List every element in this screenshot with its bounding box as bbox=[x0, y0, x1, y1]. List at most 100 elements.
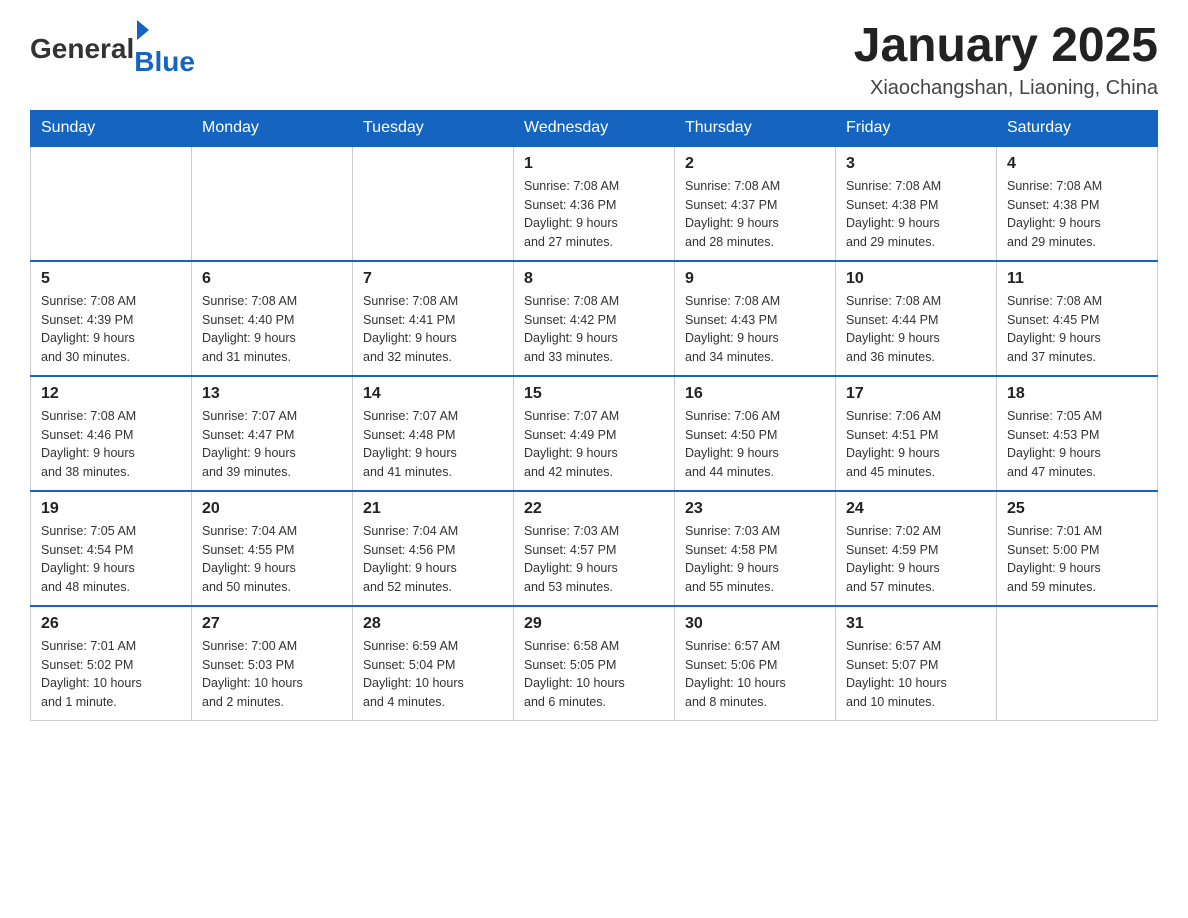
day-number: 7 bbox=[363, 270, 503, 288]
table-row: 8 Sunrise: 7:08 AMSunset: 4:42 PMDaylight… bbox=[514, 261, 675, 376]
day-number: 26 bbox=[41, 615, 181, 633]
day-number: 31 bbox=[846, 615, 986, 633]
table-row: 21Sunrise: 7:04 AMSunset: 4:56 PMDayligh… bbox=[353, 491, 514, 606]
day-info: Sunrise: 7:08 AMSunset: 4:42 PMDaylight:… bbox=[524, 292, 664, 367]
table-row: 16 Sunrise: 7:06 AMSunset: 4:50 PMDayligh… bbox=[675, 376, 836, 491]
day-info: Sunrise: 7:01 AMSunset: 5:00 PMDaylight:… bbox=[1007, 522, 1147, 597]
day-number: 15 bbox=[524, 385, 664, 403]
table-row: 22 Sunrise: 7:03 AMSunset: 4:57 PMDayligh… bbox=[514, 491, 675, 606]
day-info: Sunrise: 7:08 AMSunset: 4:38 PMDaylight:… bbox=[1007, 177, 1147, 252]
table-row: 23 Sunrise: 7:03 AMSunset: 4:58 PMDayligh… bbox=[675, 491, 836, 606]
table-row: 11Sunrise: 7:08 AMSunset: 4:45 PMDayligh… bbox=[997, 261, 1158, 376]
day-info: Sunrise: 7:03 AMSunset: 4:57 PMDaylight:… bbox=[524, 522, 664, 597]
day-info: Sunrise: 7:04 AMSunset: 4:55 PMDaylight:… bbox=[202, 522, 342, 597]
day-info: Sunrise: 7:08 AMSunset: 4:43 PMDaylight:… bbox=[685, 292, 825, 367]
day-number: 23 bbox=[685, 500, 825, 518]
table-row: 13 Sunrise: 7:07 AMSunset: 4:47 PMDayligh… bbox=[192, 376, 353, 491]
day-number: 4 bbox=[1007, 155, 1147, 173]
day-number: 1 bbox=[524, 155, 664, 173]
day-number: 3 bbox=[846, 155, 986, 173]
page-header: General Blue January 2025 Xiaochangshan,… bbox=[30, 20, 1158, 100]
calendar-title: January 2025 bbox=[854, 20, 1158, 73]
day-info: Sunrise: 7:06 AMSunset: 4:50 PMDaylight:… bbox=[685, 407, 825, 482]
table-row: 10 Sunrise: 7:08 AMSunset: 4:44 PMDayligh… bbox=[836, 261, 997, 376]
day-info: Sunrise: 7:07 AMSunset: 4:48 PMDaylight:… bbox=[363, 407, 503, 482]
day-number: 27 bbox=[202, 615, 342, 633]
day-info: Sunrise: 7:07 AMSunset: 4:47 PMDaylight:… bbox=[202, 407, 342, 482]
table-row: 31 Sunrise: 6:57 AMSunset: 5:07 PMDayligh… bbox=[836, 606, 997, 721]
table-row: 6 Sunrise: 7:08 AMSunset: 4:40 PMDaylight… bbox=[192, 261, 353, 376]
calendar-week-row: 12 Sunrise: 7:08 AMSunset: 4:46 PMDayligh… bbox=[31, 376, 1158, 491]
weekday-header-row: Sunday Monday Tuesday Wednesday Thursday… bbox=[31, 110, 1158, 146]
table-row: 5Sunrise: 7:08 AMSunset: 4:39 PMDaylight… bbox=[31, 261, 192, 376]
header-saturday: Saturday bbox=[997, 110, 1158, 146]
day-number: 12 bbox=[41, 385, 181, 403]
calendar-week-row: 19Sunrise: 7:05 AMSunset: 4:54 PMDayligh… bbox=[31, 491, 1158, 606]
title-block: January 2025 Xiaochangshan, Liaoning, Ch… bbox=[854, 20, 1158, 100]
table-row: 7 Sunrise: 7:08 AMSunset: 4:41 PMDaylight… bbox=[353, 261, 514, 376]
day-info: Sunrise: 7:06 AMSunset: 4:51 PMDaylight:… bbox=[846, 407, 986, 482]
table-row: 17 Sunrise: 7:06 AMSunset: 4:51 PMDayligh… bbox=[836, 376, 997, 491]
table-row: 9 Sunrise: 7:08 AMSunset: 4:43 PMDaylight… bbox=[675, 261, 836, 376]
day-number: 30 bbox=[685, 615, 825, 633]
logo: General Blue bbox=[30, 20, 195, 78]
day-number: 20 bbox=[202, 500, 342, 518]
table-row: 18 Sunrise: 7:05 AMSunset: 4:53 PMDayligh… bbox=[997, 376, 1158, 491]
calendar-table: Sunday Monday Tuesday Wednesday Thursday… bbox=[30, 110, 1158, 721]
logo-general: General bbox=[30, 33, 134, 65]
day-info: Sunrise: 7:01 AMSunset: 5:02 PMDaylight:… bbox=[41, 637, 181, 712]
day-number: 5 bbox=[41, 270, 181, 288]
day-number: 10 bbox=[846, 270, 986, 288]
day-number: 28 bbox=[363, 615, 503, 633]
day-number: 18 bbox=[1007, 385, 1147, 403]
day-number: 21 bbox=[363, 500, 503, 518]
table-row: 19Sunrise: 7:05 AMSunset: 4:54 PMDayligh… bbox=[31, 491, 192, 606]
day-info: Sunrise: 6:58 AMSunset: 5:05 PMDaylight:… bbox=[524, 637, 664, 712]
day-number: 13 bbox=[202, 385, 342, 403]
day-info: Sunrise: 6:57 AMSunset: 5:06 PMDaylight:… bbox=[685, 637, 825, 712]
header-wednesday: Wednesday bbox=[514, 110, 675, 146]
day-number: 19 bbox=[41, 500, 181, 518]
table-row bbox=[31, 146, 192, 261]
day-info: Sunrise: 7:08 AMSunset: 4:36 PMDaylight:… bbox=[524, 177, 664, 252]
header-sunday: Sunday bbox=[31, 110, 192, 146]
calendar-week-row: 1 Sunrise: 7:08 AMSunset: 4:36 PMDaylight… bbox=[31, 146, 1158, 261]
day-info: Sunrise: 7:08 AMSunset: 4:45 PMDaylight:… bbox=[1007, 292, 1147, 367]
table-row: 30 Sunrise: 6:57 AMSunset: 5:06 PMDayligh… bbox=[675, 606, 836, 721]
table-row bbox=[353, 146, 514, 261]
day-info: Sunrise: 7:02 AMSunset: 4:59 PMDaylight:… bbox=[846, 522, 986, 597]
calendar-week-row: 5Sunrise: 7:08 AMSunset: 4:39 PMDaylight… bbox=[31, 261, 1158, 376]
logo-blue: Blue bbox=[134, 46, 195, 78]
calendar-subtitle: Xiaochangshan, Liaoning, China bbox=[854, 77, 1158, 100]
day-info: Sunrise: 7:03 AMSunset: 4:58 PMDaylight:… bbox=[685, 522, 825, 597]
header-monday: Monday bbox=[192, 110, 353, 146]
day-number: 14 bbox=[363, 385, 503, 403]
table-row: 4 Sunrise: 7:08 AMSunset: 4:38 PMDaylight… bbox=[997, 146, 1158, 261]
table-row bbox=[192, 146, 353, 261]
table-row: 15Sunrise: 7:07 AMSunset: 4:49 PMDayligh… bbox=[514, 376, 675, 491]
day-number: 16 bbox=[685, 385, 825, 403]
table-row: 26 Sunrise: 7:01 AMSunset: 5:02 PMDayligh… bbox=[31, 606, 192, 721]
table-row: 2 Sunrise: 7:08 AMSunset: 4:37 PMDaylight… bbox=[675, 146, 836, 261]
table-row: 14 Sunrise: 7:07 AMSunset: 4:48 PMDayligh… bbox=[353, 376, 514, 491]
day-number: 8 bbox=[524, 270, 664, 288]
day-info: Sunrise: 6:59 AMSunset: 5:04 PMDaylight:… bbox=[363, 637, 503, 712]
day-info: Sunrise: 7:05 AMSunset: 4:53 PMDaylight:… bbox=[1007, 407, 1147, 482]
day-info: Sunrise: 7:08 AMSunset: 4:41 PMDaylight:… bbox=[363, 292, 503, 367]
table-row: 25Sunrise: 7:01 AMSunset: 5:00 PMDayligh… bbox=[997, 491, 1158, 606]
day-number: 6 bbox=[202, 270, 342, 288]
table-row: 3Sunrise: 7:08 AMSunset: 4:38 PMDaylight… bbox=[836, 146, 997, 261]
day-number: 22 bbox=[524, 500, 664, 518]
day-info: Sunrise: 7:08 AMSunset: 4:44 PMDaylight:… bbox=[846, 292, 986, 367]
day-number: 2 bbox=[685, 155, 825, 173]
day-info: Sunrise: 7:08 AMSunset: 4:46 PMDaylight:… bbox=[41, 407, 181, 482]
header-tuesday: Tuesday bbox=[353, 110, 514, 146]
day-info: Sunrise: 6:57 AMSunset: 5:07 PMDaylight:… bbox=[846, 637, 986, 712]
day-info: Sunrise: 7:08 AMSunset: 4:37 PMDaylight:… bbox=[685, 177, 825, 252]
day-info: Sunrise: 7:08 AMSunset: 4:40 PMDaylight:… bbox=[202, 292, 342, 367]
day-number: 9 bbox=[685, 270, 825, 288]
day-info: Sunrise: 7:00 AMSunset: 5:03 PMDaylight:… bbox=[202, 637, 342, 712]
table-row: 1 Sunrise: 7:08 AMSunset: 4:36 PMDaylight… bbox=[514, 146, 675, 261]
day-number: 17 bbox=[846, 385, 986, 403]
table-row: 29Sunrise: 6:58 AMSunset: 5:05 PMDayligh… bbox=[514, 606, 675, 721]
